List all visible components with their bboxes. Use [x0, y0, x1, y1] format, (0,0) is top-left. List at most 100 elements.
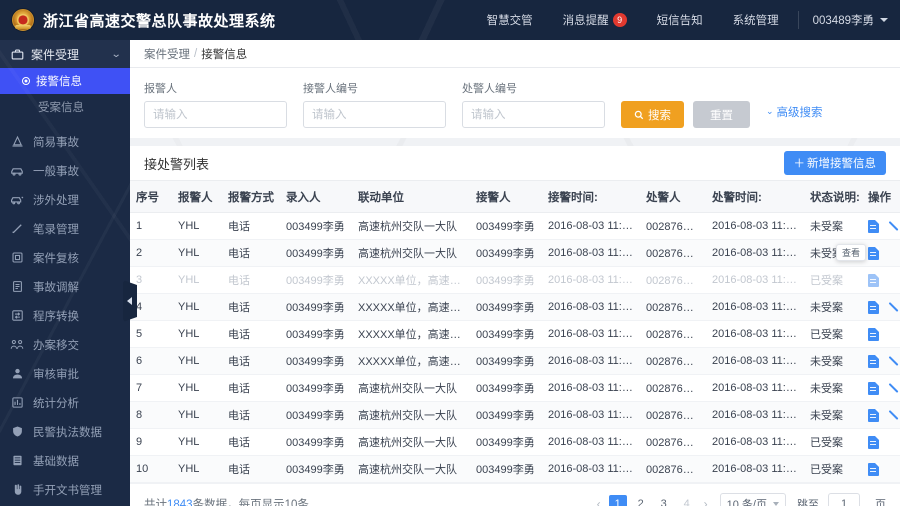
- page-button-4[interactable]: 4: [678, 495, 696, 506]
- topnav-item-smart-traffic[interactable]: 智慧交管: [472, 0, 548, 40]
- status-badge: 未受案: [804, 293, 862, 321]
- sidebar-item-case-info[interactable]: 受案信息: [0, 94, 130, 120]
- table-row[interactable]: 4 YHL 电话 003499李勇 XXXXX单位，高速杭州... 003499李勇 201…: [130, 293, 900, 321]
- prev-page-button[interactable]: ‹: [594, 497, 604, 506]
- body-wrapper: 案件受理 ⌄ 接警信息 受案信息 简易事故 一般事故 涉外处理 笔录管理 案件复…: [0, 40, 900, 506]
- edit-pencil-icon[interactable]: [889, 301, 900, 314]
- list-header: 接处警列表 ＋ 新增接警信息: [130, 146, 900, 180]
- col-no: 序号: [130, 180, 172, 213]
- sidebar-collapse-toggle[interactable]: [123, 280, 137, 322]
- table-row[interactable]: 5 YHL 电话 003499李勇 XXXXX单位，高速杭州... 003499李勇 201…: [130, 320, 900, 348]
- edit-pencil-icon[interactable]: [889, 382, 900, 395]
- user-menu[interactable]: 003489李勇: [803, 0, 900, 40]
- sidebar-item-foreign-handling[interactable]: 涉外处理: [0, 185, 130, 214]
- shield-icon: [10, 425, 24, 439]
- table-row[interactable]: 7 YHL 电话 003499李勇 高速杭州交队一大队 003499李勇 2016-08-0…: [130, 374, 900, 402]
- cell-receiver: 003499李勇: [470, 320, 542, 348]
- view-document-icon[interactable]: [868, 246, 879, 260]
- breadcrumb-parent[interactable]: 案件受理: [144, 46, 190, 62]
- reset-button[interactable]: 重置: [693, 101, 750, 128]
- edit-pencil-icon[interactable]: [889, 220, 900, 233]
- view-document-icon[interactable]: [868, 381, 879, 395]
- view-document-icon[interactable]: [868, 462, 879, 476]
- sidebar-item-review-approval[interactable]: 审核审批: [0, 359, 130, 388]
- handler-code-input[interactable]: [462, 101, 605, 128]
- message-badge: 9: [612, 13, 627, 27]
- sidebar-item-manual-document-management[interactable]: 手开文书管理: [0, 475, 130, 504]
- topnav-item-messages[interactable]: 消息提醒 9: [548, 0, 642, 40]
- search-button[interactable]: 搜索: [621, 101, 684, 128]
- sidebar-group-case-acceptance[interactable]: 案件受理 ⌄: [0, 40, 130, 68]
- add-alarm-info-button[interactable]: ＋ 新增接警信息: [783, 151, 886, 175]
- cell-unit: 高速杭州交队一大队: [352, 374, 470, 402]
- topnav-item-system-admin[interactable]: 系统管理: [718, 0, 794, 40]
- view-document-icon[interactable]: [868, 354, 879, 368]
- cell-handle-time: 2016-08-03 11:10: [706, 212, 804, 240]
- sidebar-item-basic-data[interactable]: 基础数据: [0, 446, 130, 475]
- search-panel: 报警人 接警人编号 处警人编号: [130, 68, 900, 138]
- cell-no: 9: [130, 428, 172, 456]
- sidebar-item-case-transfer[interactable]: 办案移交: [0, 330, 130, 359]
- edit-pencil-icon[interactable]: [889, 409, 900, 422]
- sidebar-item-simple-accident[interactable]: 简易事故: [0, 127, 130, 156]
- table-row[interactable]: 3 YHL 电话 003499李勇 XXXXX单位，高速杭州... 003499李勇 201…: [130, 266, 900, 294]
- view-document-icon[interactable]: [868, 408, 879, 422]
- view-document-icon[interactable]: [868, 435, 879, 449]
- advanced-search-toggle[interactable]: ⌄ 高级搜索: [766, 104, 823, 120]
- table-row[interactable]: 2 YHL 电话 003499李勇 高速杭州交队一大队 003499李勇 2016-08-0…: [130, 239, 900, 267]
- receiver-code-input[interactable]: [303, 101, 446, 128]
- cell-unit: XXXXX单位，高速杭州...: [352, 347, 470, 375]
- sidebar-item-general-accident[interactable]: 一般事故: [0, 156, 130, 185]
- sidebar-label: 事故调解: [33, 281, 79, 294]
- page-size-label: 10 条/页: [726, 498, 767, 506]
- status-badge: 已受案: [804, 455, 862, 483]
- sidebar-item-police-enforcement-data[interactable]: 民警执法数据: [0, 417, 130, 446]
- jump-page-input[interactable]: [828, 493, 860, 506]
- sidebar-item-procedure-conversion[interactable]: 程序转换: [0, 301, 130, 330]
- page-button-1[interactable]: 1: [608, 494, 627, 506]
- cell-entry: 003499李勇: [280, 266, 352, 294]
- database-icon: [10, 454, 24, 468]
- col-handler: 处警人: [640, 180, 706, 213]
- view-document-icon[interactable]: [868, 273, 879, 287]
- cell-reporter: YHL: [172, 293, 222, 321]
- total-suffix: 条数据，每页显示10条: [192, 498, 309, 506]
- cell-handle-time: 2016-08-03 11:10: [706, 374, 804, 402]
- sidebar-item-alarm-info[interactable]: 接警信息: [0, 68, 130, 94]
- list-title: 接处警列表: [144, 156, 210, 172]
- cell-handler: 002876吴超: [640, 347, 706, 375]
- next-page-button[interactable]: ›: [701, 497, 711, 506]
- view-document-icon[interactable]: [868, 300, 879, 314]
- topnav-item-sms-notice[interactable]: 短信告知: [642, 0, 718, 40]
- reporter-input[interactable]: [144, 101, 287, 128]
- cell-receiver: 003499李勇: [470, 266, 542, 294]
- list-panel: 接处警列表 ＋ 新增接警信息 序号 报警人 报警方式 录入人 联动单位 接警人 …: [130, 146, 900, 506]
- cell-actions: [862, 266, 900, 294]
- table-row[interactable]: 1 YHL 电话 003499李勇 高速杭州交队一大队 003499李勇 2016-08-0…: [130, 212, 900, 240]
- table-row[interactable]: 6 YHL 电话 003499李勇 XXXXX单位，高速杭州... 003499李勇 201…: [130, 347, 900, 375]
- page-button-3[interactable]: 3: [655, 495, 673, 506]
- table-row[interactable]: 8 YHL 电话 003499李勇 高速杭州交队一大队 003499李勇 2016-08-0…: [130, 401, 900, 429]
- chevron-down-icon: [880, 18, 888, 22]
- chart-icon: [10, 396, 24, 410]
- sidebar-item-statistics-analysis[interactable]: 统计分析: [0, 388, 130, 417]
- sidebar-item-accident-mediation[interactable]: 事故调解: [0, 272, 130, 301]
- cell-handle-time: 2016-08-03 11:10: [706, 293, 804, 321]
- breadcrumb: 案件受理 / 接警信息: [130, 40, 900, 68]
- sidebar-item-record-management[interactable]: 笔录管理: [0, 214, 130, 243]
- cell-recv-time: 2016-08-03 11:10: [542, 266, 640, 294]
- sidebar-item-case-review[interactable]: 案件复核: [0, 243, 130, 272]
- table-row[interactable]: 10 YHL 电话 003499李勇 高速杭州交队一大队 003499李勇 2016-08-…: [130, 455, 900, 483]
- cell-handle-time: 2016-08-03 11:10: [706, 428, 804, 456]
- cell-method: 电话: [222, 239, 280, 267]
- page-button-2[interactable]: 2: [632, 495, 650, 506]
- sidebar-label: 手开文书管理: [33, 484, 102, 497]
- status-badge: 已受案: [804, 320, 862, 348]
- page-size-select[interactable]: 10 条/页: [719, 493, 786, 506]
- view-document-icon[interactable]: [868, 219, 879, 233]
- table-row[interactable]: 9 YHL 电话 003499李勇 高速杭州交队一大队 003499李勇 2016-08-0…: [130, 428, 900, 456]
- edit-pencil-icon[interactable]: [889, 355, 900, 368]
- cell-unit: 高速杭州交队一大队: [352, 401, 470, 429]
- view-document-icon[interactable]: [868, 327, 879, 341]
- topnav-label: 智慧交管: [486, 15, 533, 27]
